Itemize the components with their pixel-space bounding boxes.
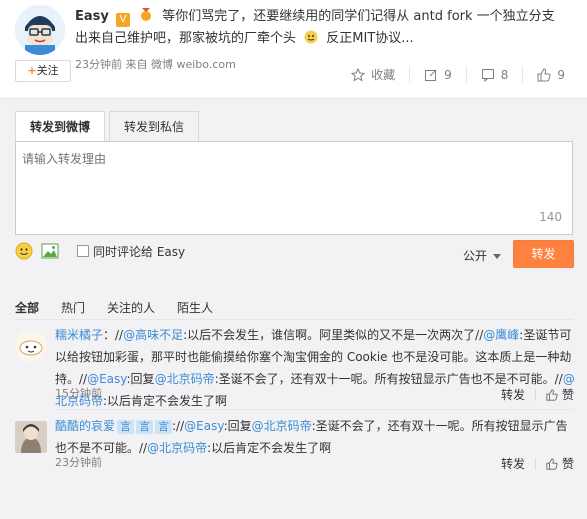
tab-forward-message[interactable]: 转发到私信 — [109, 111, 200, 141]
comment-icon — [481, 68, 494, 82]
filter-hot[interactable]: 热门 — [61, 299, 85, 316]
post-text-line2: 出来自己维护吧，那家被坑的厂牵个头 — [75, 31, 297, 46]
avatar[interactable] — [15, 421, 47, 453]
divider — [534, 457, 536, 470]
comment-text-segment: :回复 — [126, 372, 155, 386]
author-avatar[interactable] — [15, 5, 65, 55]
forward-panel: 转发到微博 转发到私信 140 同时评论给 Easy 公开 转发 全部 热门 关… — [0, 98, 587, 519]
like-button[interactable]: 9 — [522, 66, 579, 83]
comment-forward-button[interactable]: 转发 — [501, 455, 525, 472]
commenter-name[interactable]: 酷酷的哀爱 — [55, 419, 115, 433]
member-badge: 言 — [136, 420, 154, 434]
weibo-post: +关注 Easy V 等你们骂完了，还要继续用的同学们记得从 antd fork… — [0, 0, 587, 100]
post-text-line2-end: 反正MIT协议... — [326, 31, 414, 46]
visibility-select[interactable]: 公开 — [463, 247, 502, 264]
edit-icon — [425, 69, 437, 81]
mention-link[interactable]: @Easy — [87, 372, 126, 386]
chevron-down-icon — [493, 254, 502, 259]
tab-forward-weibo[interactable]: 转发到微博 — [15, 111, 106, 141]
avatar[interactable] — [15, 330, 47, 362]
mention-link[interactable]: @北京码帝 — [252, 419, 312, 433]
post-content: Easy V 等你们骂完了，还要继续用的同学们记得从 antd fork 一个独… — [75, 6, 580, 50]
post-meta: 23分钟前 来自 微博 weibo.com — [75, 58, 236, 71]
mention-link[interactable]: @鹰峰 — [483, 328, 519, 342]
image-picker-icon[interactable] — [41, 242, 59, 260]
star-icon — [351, 67, 366, 82]
favorite-button[interactable]: 收藏 — [337, 66, 409, 83]
mention-link[interactable]: @Easy — [184, 419, 223, 433]
emoji-picker-icon[interactable] — [15, 242, 33, 260]
comment-filter: 全部 热门 关注的人 陌生人 — [15, 299, 235, 316]
filter-following[interactable]: 关注的人 — [107, 299, 155, 316]
member-badge: 言 — [117, 420, 135, 434]
repost-button[interactable]: 9 — [409, 66, 466, 83]
mention-link[interactable]: @高味不足 — [123, 328, 183, 342]
comment-text-segment: :以后不会发生，谁信啊。阿里类似的又不是一次两次了// — [183, 328, 484, 342]
emoji-icon — [304, 30, 318, 44]
comment-actions: 转发 赞 — [501, 455, 574, 472]
forward-reason-input[interactable] — [22, 150, 562, 210]
like-icon — [546, 388, 558, 401]
comment-text-segment: :回复 — [223, 419, 252, 433]
follow-button[interactable]: +关注 — [15, 60, 71, 82]
forward-compose: 140 — [15, 141, 573, 235]
comment-text-segment: :以后肯定不会发生了啊 — [207, 441, 332, 455]
divider — [534, 388, 536, 401]
divider — [55, 409, 573, 410]
sync-comment-label: 同时评论给 Easy — [93, 244, 186, 259]
comment-text-segment: :以后肯定不会发生了啊 — [103, 394, 228, 408]
comment-text: 糯米橘子：//@高味不足:以后不会发生，谁信啊。阿里类似的又不是一次两次了//@… — [55, 324, 575, 412]
comment-forward-button[interactable]: 转发 — [501, 386, 525, 403]
comment-button[interactable]: 8 — [465, 66, 523, 83]
comment-text-segment: ：// — [103, 328, 124, 342]
comment-time: 23分钟前 — [55, 456, 102, 469]
compose-tools: 同时评论给 Easy — [15, 242, 185, 260]
post-text-line1: 等你们骂完了，还要继续用的同学们记得从 antd fork 一个独立分支 — [162, 9, 555, 24]
sync-comment-checkbox[interactable] — [77, 245, 89, 257]
like-icon — [546, 457, 558, 470]
comment-time: 15分钟前 — [55, 387, 102, 400]
mention-link[interactable]: @北京码帝 — [147, 441, 207, 455]
forward-tabs: 转发到微博 转发到私信 — [15, 111, 203, 141]
mention-link[interactable]: @北京码帝 — [155, 372, 215, 386]
comment-actions: 转发 赞 — [501, 386, 574, 403]
vip-badge: V — [116, 13, 131, 27]
comment-like-button[interactable]: 赞 — [562, 455, 574, 472]
char-count: 140 — [539, 210, 562, 224]
filter-all[interactable]: 全部 — [15, 299, 39, 316]
forward-submit-button[interactable]: 转发 — [513, 240, 574, 268]
comment-like-button[interactable]: 赞 — [562, 386, 574, 403]
member-badge: 言 — [155, 420, 173, 434]
post-actions: 收藏 9 8 9 — [337, 66, 579, 83]
comment-text-segment: :圣诞不会了，还有双十一呢。所有按钮显示广告也不是不可能。// — [214, 372, 563, 386]
filter-strangers[interactable]: 陌生人 — [177, 299, 213, 316]
like-icon — [537, 67, 551, 81]
comment-text-segment: :// — [172, 419, 185, 433]
medal-icon — [141, 8, 152, 21]
comment-text: 酷酷的哀爱言言言://@Easy:回复@北京码帝:圣诞不会了，还有双十一呢。所有… — [55, 415, 575, 459]
author-name[interactable]: Easy — [75, 9, 109, 24]
divider — [15, 319, 573, 320]
commenter-name[interactable]: 糯米橘子 — [55, 328, 103, 342]
comment-segments: ：//@高味不足:以后不会发生，谁信啊。阿里类似的又不是一次两次了//@鹰峰 :圣… — [55, 328, 575, 408]
